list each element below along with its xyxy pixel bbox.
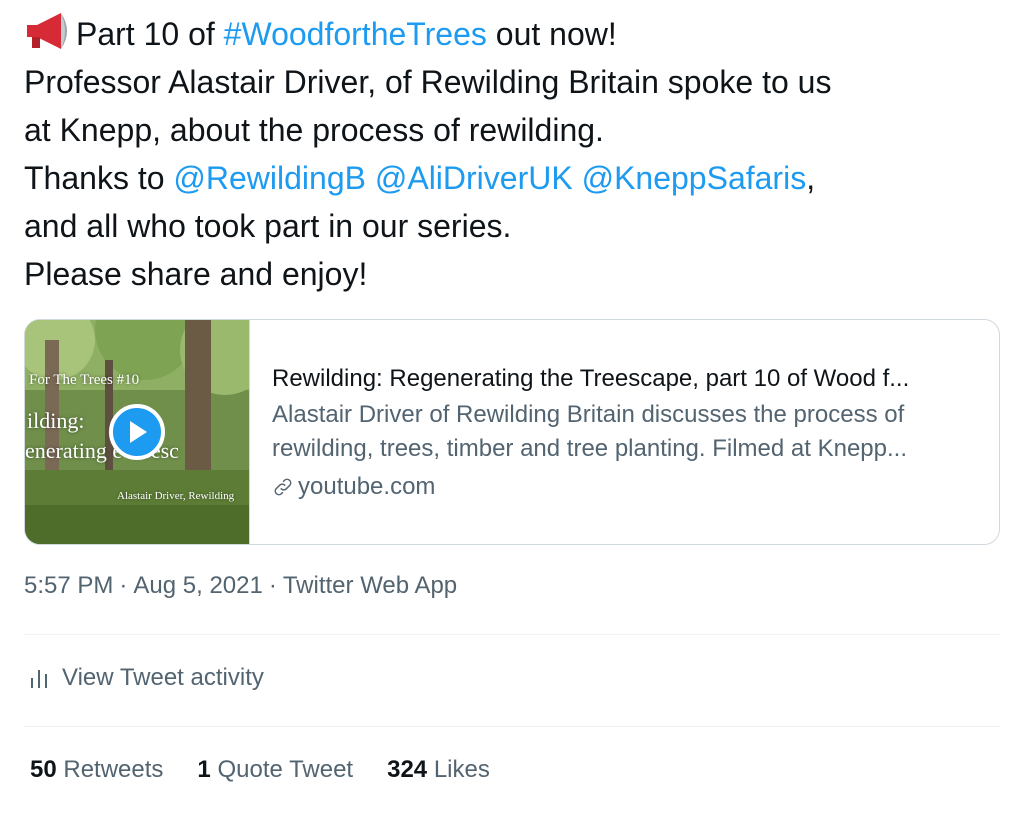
divider	[24, 634, 1000, 635]
play-button[interactable]	[109, 404, 165, 460]
meta-separator: ·	[119, 572, 128, 599]
view-tweet-activity-label: View Tweet activity	[62, 664, 264, 691]
tweet-line-4-pre: Thanks to	[24, 160, 174, 196]
tweet-line-6: Please share and enjoy!	[24, 256, 368, 292]
analytics-icon	[31, 670, 47, 688]
retweets-stat[interactable]: 50 Retweets	[30, 756, 163, 784]
tweet-line-5: and all who took part in our series.	[24, 208, 512, 244]
card-domain: youtube.com	[272, 470, 999, 504]
quote-tweets-stat[interactable]: 1 Quote Tweet	[197, 756, 353, 784]
card-description-line: Alastair Driver of Rewilding Britain dis…	[272, 401, 905, 428]
card-body: Rewilding: Regenerating the Treescape, p…	[249, 320, 999, 544]
tweet-date[interactable]: Aug 5, 2021	[133, 572, 262, 599]
hashtag-link[interactable]: #WoodfortheTrees	[224, 16, 487, 52]
view-tweet-activity-button[interactable]: View Tweet activity	[28, 664, 264, 692]
play-icon	[130, 421, 147, 443]
divider	[24, 726, 1000, 727]
video-thumbnail[interactable]: For The Trees #10 ilding: enerating e tr…	[25, 320, 249, 544]
retweets-count: 50	[30, 756, 57, 783]
mention-link-alidriveruk[interactable]: @AliDriverUK	[375, 160, 573, 196]
mention-link-rewildingb[interactable]: @RewildingB	[173, 160, 366, 196]
tweet-line-1: Part 10 of #WoodfortheTrees out now!	[24, 10, 1014, 58]
likes-label: Likes	[433, 756, 490, 783]
tweet-time[interactable]: 5:57 PM	[24, 572, 113, 599]
thumbnail-title-line: For The Trees #10	[29, 372, 140, 388]
tweet-line-4-post: ,	[806, 160, 816, 196]
tweet-line-1-post: out now!	[486, 16, 617, 52]
card-domain-text: youtube.com	[298, 473, 436, 500]
link-icon	[274, 478, 292, 496]
tweet-text: Part 10 of #WoodfortheTrees out now! Pro…	[24, 10, 1014, 298]
thumbnail-credit: Alastair Driver, Rewilding	[117, 490, 235, 502]
megaphone-icon	[27, 13, 67, 49]
tweet-meta: 5:57 PM · Aug 5, 2021 · Twitter Web App	[24, 572, 457, 600]
link-preview-card[interactable]: For The Trees #10 ilding: enerating e tr…	[24, 319, 1000, 545]
tweet-line-2: Professor Alastair Driver, of Rewilding …	[24, 64, 832, 100]
quote-tweets-count: 1	[197, 756, 211, 783]
card-description-line: rewilding, trees, timber and tree planti…	[272, 435, 907, 462]
tweet-source-app[interactable]: Twitter Web App	[283, 572, 457, 599]
likes-count: 324	[387, 756, 428, 783]
mention-link-kneppsafaris[interactable]: @KneppSafaris	[582, 160, 807, 196]
tweet-line-3: at Knepp, about the process of rewilding…	[24, 112, 604, 148]
thumbnail-text-line: ilding:	[27, 408, 85, 433]
card-title: Rewilding: Regenerating the Treescape, p…	[272, 365, 910, 392]
quote-tweets-label: Quote Tweet	[217, 756, 354, 783]
tweet-stats: 50 Retweets 1 Quote Tweet 324 Likes	[30, 756, 524, 784]
likes-stat[interactable]: 324 Likes	[387, 756, 490, 784]
meta-separator: ·	[268, 572, 277, 599]
retweets-label: Retweets	[63, 756, 164, 783]
tweet-line-4: Thanks to @RewildingB @AliDriverUK @Knep…	[24, 154, 1014, 202]
card-description: Alastair Driver of Rewilding Britain dis…	[272, 398, 999, 466]
tweet-line-1-pre: Part 10 of	[76, 16, 224, 52]
